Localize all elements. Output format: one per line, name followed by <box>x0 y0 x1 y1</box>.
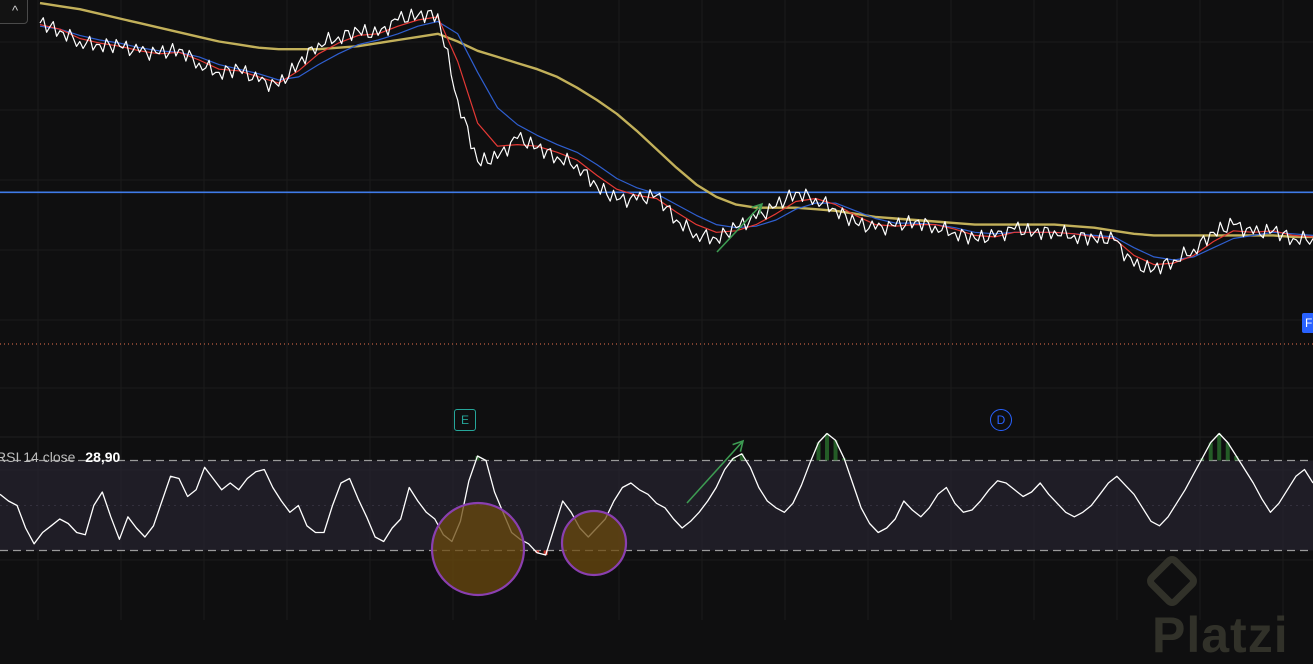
price-arrow-shaft <box>716 203 763 253</box>
rsi-name: RSI <box>0 449 20 465</box>
watermark-text: Platzi <box>1152 607 1289 663</box>
dividend-badge[interactable]: D <box>990 409 1012 431</box>
earnings-badge[interactable]: E <box>454 409 476 431</box>
highlight-circle <box>430 501 526 597</box>
collapse-button[interactable]: ^ <box>0 0 28 24</box>
watermark: Platzi <box>1143 548 1313 664</box>
series-price[interactable] <box>39 8 1313 275</box>
rsi-legend[interactable]: RSI 14 close 28,90 <box>0 449 120 465</box>
rsi-value: 28,90 <box>85 449 121 465</box>
series-sma-slow[interactable] <box>39 1 1313 239</box>
chart-canvas[interactable] <box>0 0 1313 620</box>
rsi-source: close <box>42 449 76 465</box>
chevron-up-icon: ^ <box>11 3 19 18</box>
platzi-logo-icon <box>1143 552 1201 610</box>
highlight-circle <box>560 509 628 577</box>
overbought-fill <box>825 433 830 461</box>
chart-root[interactable]: ^ RSI 14 close 28,90 E D F Platzi <box>0 0 1313 663</box>
series-ema-mid[interactable] <box>39 20 1313 261</box>
overbought-fill <box>1217 433 1222 461</box>
rsi-length: 14 <box>23 449 39 465</box>
price-panel[interactable] <box>0 1 1313 345</box>
series-ema-fast[interactable] <box>39 16 1313 266</box>
price-tag: F <box>1302 313 1313 333</box>
rsi-panel[interactable] <box>0 432 1313 556</box>
